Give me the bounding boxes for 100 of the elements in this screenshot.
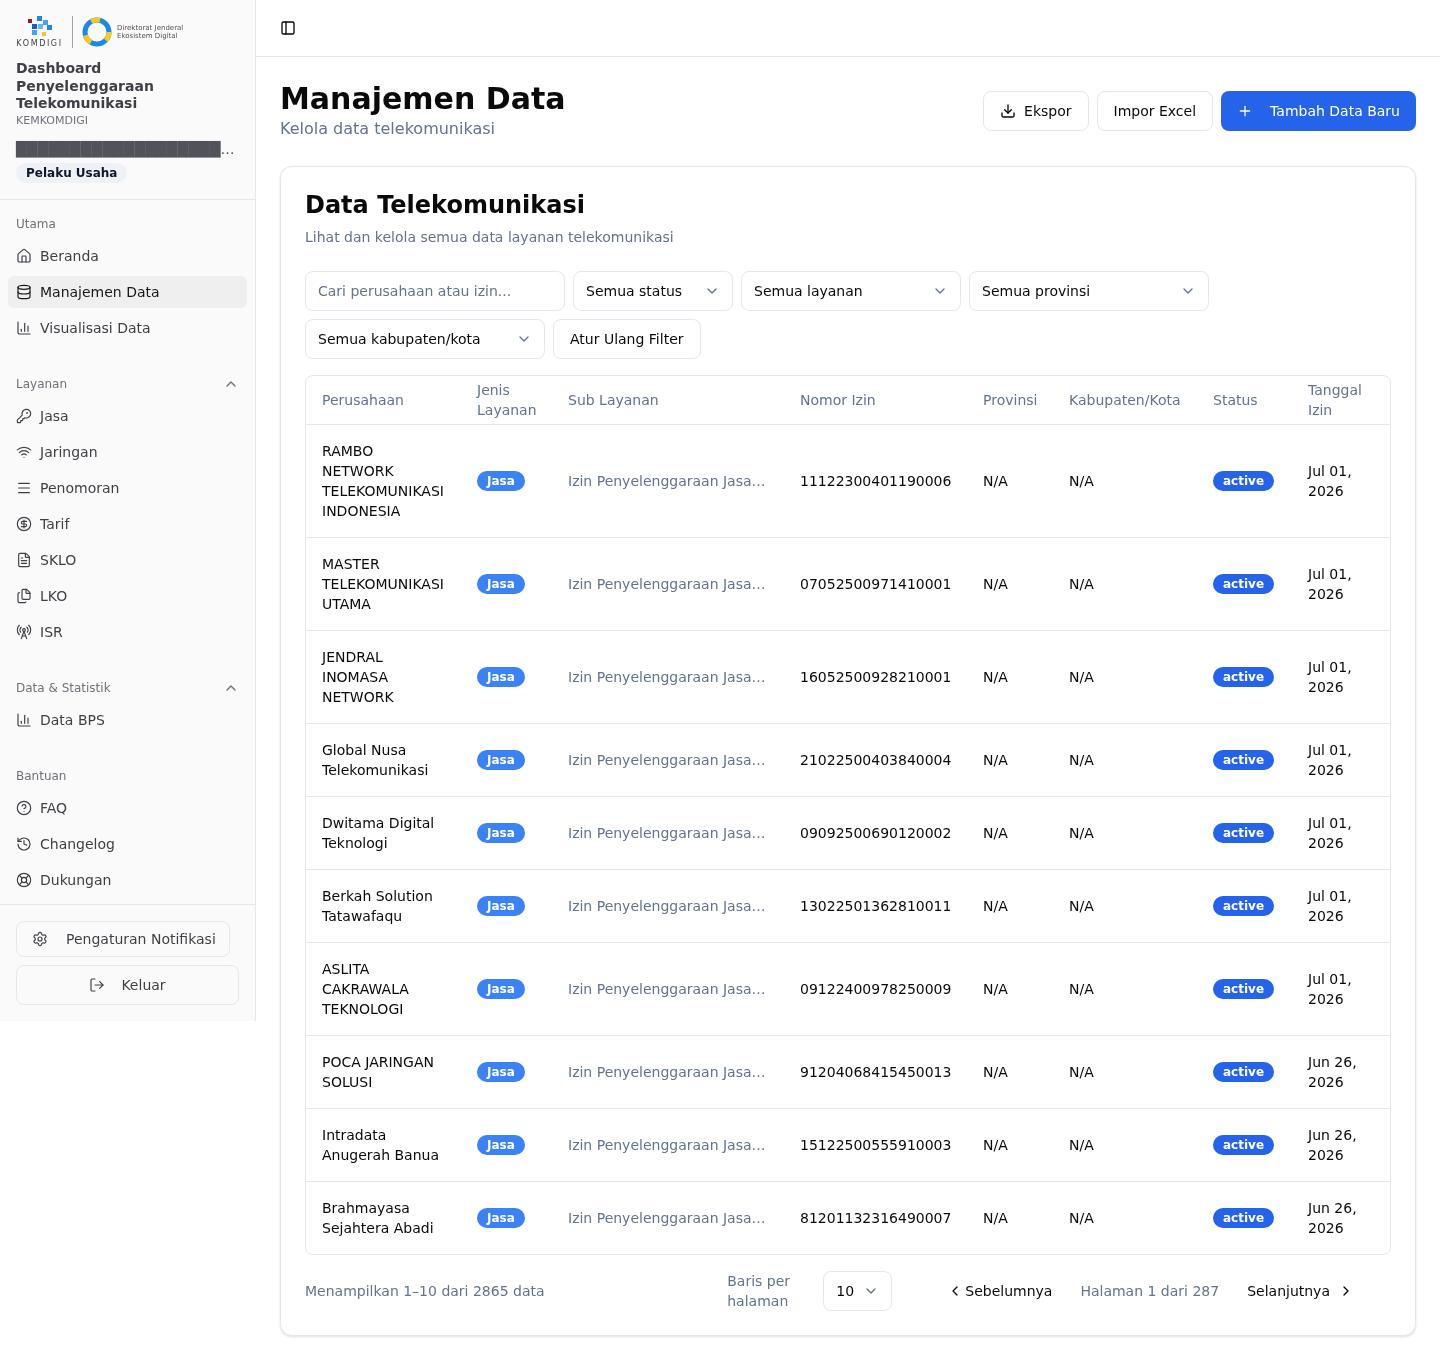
city-cell: N/A (1053, 537, 1197, 630)
history-icon (16, 835, 32, 852)
status-badge: active (1213, 823, 1275, 843)
documents-icon (16, 587, 32, 604)
logout-icon (89, 976, 106, 993)
organization-name: KEMKOMDIGI (16, 112, 89, 129)
sidebar-toggle-button[interactable] (280, 20, 296, 36)
province-cell: N/A (967, 1108, 1053, 1181)
date-cell: Jul 01, 2026 (1292, 869, 1390, 942)
dollar-circle-icon (16, 515, 32, 532)
add-data-button[interactable]: Tambah Data Baru (1221, 91, 1416, 131)
filter-select[interactable]: Semua layanan (741, 271, 961, 311)
city-cell: N/A (1053, 1035, 1197, 1108)
column-header: Jenis Layanan (461, 376, 552, 424)
column-header: Perusahaan (306, 376, 461, 424)
sub-service-cell: Izin Penyelenggaraan Jasa… (552, 630, 784, 723)
status-badge: active (1213, 471, 1275, 491)
status-badge: active (1213, 750, 1275, 770)
action-button[interactable]: Ekspor (983, 91, 1089, 131)
date-cell: Jul 01, 2026 (1292, 630, 1390, 723)
action-button[interactable]: Impor Excel (1096, 91, 1214, 131)
role-badge: Pelaku Usaha (16, 162, 128, 183)
province-cell: N/A (967, 869, 1053, 942)
province-cell: N/A (967, 1181, 1053, 1254)
date-cell: Jun 26, 2026 (1292, 1181, 1390, 1254)
company-cell: ASLITA CAKRAWALA TEKNOLOGI (306, 942, 461, 1035)
province-cell: N/A (967, 723, 1053, 796)
card-title: Data Telekomunikasi (305, 190, 586, 221)
service-type-badge: Jasa (477, 823, 525, 843)
section-label: Layanan (16, 375, 68, 392)
reset-filter-button[interactable]: Atur Ulang Filter (553, 319, 701, 359)
page-info: Halaman 1 dari 287 (1080, 1281, 1220, 1301)
section-label: Bantuan (16, 767, 67, 784)
nav-item[interactable]: FAQ (8, 791, 247, 824)
service-type-badge: Jasa (477, 574, 525, 594)
date-cell: Jul 01, 2026 (1292, 796, 1390, 869)
user-name: ███████████████████… (16, 139, 236, 159)
filter-select[interactable]: Semua kabupaten/kota (305, 319, 545, 359)
province-cell: N/A (967, 796, 1053, 869)
lifebuoy-icon (16, 871, 32, 888)
nav-item[interactable]: Data BPS (8, 703, 247, 736)
nav-item[interactable]: Changelog (8, 827, 247, 860)
license-number-cell: 11122300401190006 (784, 424, 967, 537)
city-cell: N/A (1053, 796, 1197, 869)
nav-item[interactable]: Dukungan (8, 863, 247, 896)
search-field[interactable]: Cari perusahaan atau izin... (305, 271, 565, 311)
bar-chart-icon (16, 319, 32, 336)
radio-tower-icon (16, 623, 32, 640)
status-badge: active (1213, 1062, 1275, 1082)
nav-item[interactable]: Tarif (8, 507, 247, 540)
previous-page-button[interactable]: Sebelumnya (931, 1270, 1069, 1311)
nav-item[interactable]: LKO (8, 579, 247, 612)
nav-item[interactable]: Jaringan (8, 435, 247, 468)
province-cell: N/A (967, 942, 1053, 1035)
nav-item[interactable]: Jasa (8, 399, 247, 432)
license-number-cell: 09092500690120002 (784, 796, 967, 869)
logout-button[interactable]: Keluar (16, 964, 239, 1005)
sub-service-cell: Izin Penyelenggaraan Jasa… (552, 1181, 784, 1254)
card-subtitle: Lihat dan kelola semua data layanan telekomunikasi (305, 228, 675, 247)
nav-item[interactable]: ISR (8, 615, 247, 648)
license-number-cell: 91204068415450013 (784, 1035, 967, 1108)
results-summary: Menampilkan 1–10 dari 2865 data (305, 1281, 546, 1301)
filter-select[interactable]: Semua provinsi (969, 271, 1209, 311)
service-type-badge: Jasa (477, 1135, 525, 1155)
rows-per-page-select[interactable]: 10 (823, 1270, 893, 1311)
nav-item[interactable]: Visualisasi Data (8, 311, 247, 344)
sub-service-cell: Izin Penyelenggaraan Jasa… (552, 424, 784, 537)
company-cell: POCA JARINGAN SOLUSI (306, 1035, 461, 1108)
service-type-badge: Jasa (477, 1062, 525, 1082)
nav-item[interactable]: Penomoran (8, 471, 247, 504)
company-cell: JENDRAL INOMASA NETWORK (306, 630, 461, 723)
city-cell: N/A (1053, 869, 1197, 942)
page-subtitle: Kelola data telekomunikasi (280, 118, 496, 140)
nav-item[interactable]: Manajemen Data (8, 275, 247, 308)
sub-service-cell: Izin Penyelenggaraan Jasa… (552, 942, 784, 1035)
notification-settings-button[interactable]: Pengaturan Notifikasi (16, 920, 230, 957)
company-cell: Berkah Solution Tatawafaqu (306, 869, 461, 942)
date-cell: Jul 01, 2026 (1292, 942, 1390, 1035)
city-cell: N/A (1053, 942, 1197, 1035)
city-cell: N/A (1053, 424, 1197, 537)
license-number-cell: 81201132316490007 (784, 1181, 967, 1254)
company-cell: MASTER TELEKOMUNIKASI UTAMA (306, 537, 461, 630)
province-cell: N/A (967, 630, 1053, 723)
city-cell: N/A (1053, 1108, 1197, 1181)
license-number-cell: 07052500971410001 (784, 537, 967, 630)
document-icon (16, 551, 32, 568)
filter-select[interactable]: Semua status (573, 271, 733, 311)
home-icon (16, 247, 32, 264)
help-icon (16, 799, 32, 816)
province-cell: N/A (967, 424, 1053, 537)
next-page-button[interactable]: Selanjutnya (1231, 1270, 1370, 1311)
rows-per-page-label: Baris per halaman (727, 1271, 792, 1311)
status-badge: active (1213, 1208, 1275, 1228)
bar-chart-icon (16, 711, 32, 728)
nav-item[interactable]: SKLO (8, 543, 247, 576)
column-header: Sub Layanan (552, 376, 784, 424)
nav-item[interactable]: Beranda (8, 239, 247, 272)
column-header: Status (1197, 376, 1292, 424)
logo-wordmark: KOMDIGI (16, 39, 63, 48)
company-cell: Dwitama Digital Teknologi (306, 796, 461, 869)
